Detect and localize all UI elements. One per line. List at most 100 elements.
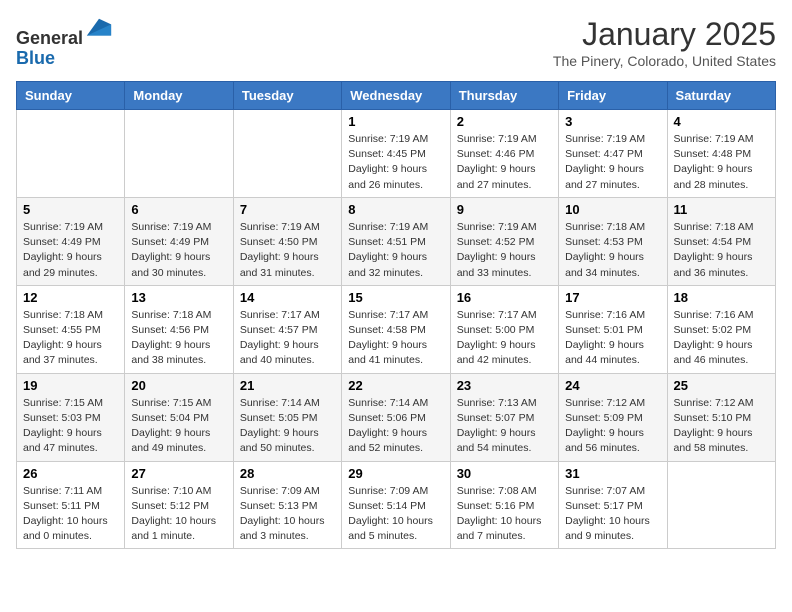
day-cell: 19Sunrise: 7:15 AM Sunset: 5:03 PM Dayli…: [17, 373, 125, 461]
day-cell: 6 Sunrise: 7:19 AM Sunset: 4:49 PM Daylig…: [125, 197, 233, 285]
day-number: 25: [674, 378, 769, 393]
day-cell: 7Sunrise: 7:19 AM Sunset: 4:50 PM Daylig…: [233, 197, 341, 285]
day-number: 16: [457, 290, 552, 305]
week-row-5: 26Sunrise: 7:11 AM Sunset: 5:11 PM Dayli…: [17, 461, 776, 549]
day-cell: [233, 110, 341, 198]
day-cell: 8 Sunrise: 7:19 AM Sunset: 4:51 PM Daylig…: [342, 197, 450, 285]
day-number: 7: [240, 202, 335, 217]
day-info: Sunrise: 7:12 AM Sunset: 5:09 PM Dayligh…: [565, 396, 660, 457]
day-cell: 29Sunrise: 7:09 AM Sunset: 5:14 PM Dayli…: [342, 461, 450, 549]
day-info: Sunrise: 7:18 AM Sunset: 4:53 PM Dayligh…: [565, 220, 660, 281]
day-info: Sunrise: 7:09 AM Sunset: 5:13 PM Dayligh…: [240, 484, 335, 545]
day-info: Sunrise: 7:14 AM Sunset: 5:06 PM Dayligh…: [348, 396, 443, 457]
day-number: 26: [23, 466, 118, 481]
day-info: Sunrise: 7:17 AM Sunset: 5:00 PM Dayligh…: [457, 308, 552, 369]
weekday-header-row: SundayMondayTuesdayWednesdayThursdayFrid…: [17, 82, 776, 110]
weekday-header-sunday: Sunday: [17, 82, 125, 110]
day-cell: [667, 461, 775, 549]
day-info: Sunrise: 7:15 AM Sunset: 5:04 PM Dayligh…: [131, 396, 226, 457]
day-info: Sunrise: 7:19 AM Sunset: 4:45 PM Dayligh…: [348, 132, 443, 193]
day-cell: 16 Sunrise: 7:17 AM Sunset: 5:00 PM Dayli…: [450, 285, 558, 373]
day-number: 24: [565, 378, 660, 393]
day-info: Sunrise: 7:19 AM Sunset: 4:49 PM Dayligh…: [131, 220, 226, 281]
day-info: Sunrise: 7:18 AM Sunset: 4:55 PM Dayligh…: [23, 308, 118, 369]
day-number: 21: [240, 378, 335, 393]
day-info: Sunrise: 7:18 AM Sunset: 4:54 PM Dayligh…: [674, 220, 769, 281]
day-info: Sunrise: 7:19 AM Sunset: 4:47 PM Dayligh…: [565, 132, 660, 193]
month-title: January 2025: [553, 16, 776, 53]
day-number: 17: [565, 290, 660, 305]
day-info: Sunrise: 7:19 AM Sunset: 4:46 PM Dayligh…: [457, 132, 552, 193]
weekday-header-wednesday: Wednesday: [342, 82, 450, 110]
day-info: Sunrise: 7:19 AM Sunset: 4:51 PM Dayligh…: [348, 220, 443, 281]
weekday-header-thursday: Thursday: [450, 82, 558, 110]
day-number: 22: [348, 378, 443, 393]
day-number: 20: [131, 378, 226, 393]
day-number: 3: [565, 114, 660, 129]
day-info: Sunrise: 7:08 AM Sunset: 5:16 PM Dayligh…: [457, 484, 552, 545]
day-number: 10: [565, 202, 660, 217]
day-number: 9: [457, 202, 552, 217]
calendar-table: SundayMondayTuesdayWednesdayThursdayFrid…: [16, 81, 776, 549]
day-cell: 1 Sunrise: 7:19 AM Sunset: 4:45 PM Daylig…: [342, 110, 450, 198]
day-cell: 21 Sunrise: 7:14 AM Sunset: 5:05 PM Dayli…: [233, 373, 341, 461]
week-row-1: 1 Sunrise: 7:19 AM Sunset: 4:45 PM Daylig…: [17, 110, 776, 198]
day-number: 31: [565, 466, 660, 481]
day-info: Sunrise: 7:19 AM Sunset: 4:49 PM Dayligh…: [23, 220, 118, 281]
day-cell: 15 Sunrise: 7:17 AM Sunset: 4:58 PM Dayli…: [342, 285, 450, 373]
day-info: Sunrise: 7:17 AM Sunset: 4:58 PM Dayligh…: [348, 308, 443, 369]
day-cell: 3 Sunrise: 7:19 AM Sunset: 4:47 PM Daylig…: [559, 110, 667, 198]
page-header: General Blue January 2025 The Pinery, Co…: [16, 16, 776, 69]
day-cell: 12 Sunrise: 7:18 AM Sunset: 4:55 PM Dayli…: [17, 285, 125, 373]
logo: General Blue: [16, 16, 113, 69]
week-row-3: 12 Sunrise: 7:18 AM Sunset: 4:55 PM Dayli…: [17, 285, 776, 373]
day-info: Sunrise: 7:14 AM Sunset: 5:05 PM Dayligh…: [240, 396, 335, 457]
day-number: 14: [240, 290, 335, 305]
day-cell: 31 Sunrise: 7:07 AM Sunset: 5:17 PM Dayli…: [559, 461, 667, 549]
day-number: 2: [457, 114, 552, 129]
day-number: 30: [457, 466, 552, 481]
day-cell: 30 Sunrise: 7:08 AM Sunset: 5:16 PM Dayli…: [450, 461, 558, 549]
day-number: 28: [240, 466, 335, 481]
week-row-4: 19Sunrise: 7:15 AM Sunset: 5:03 PM Dayli…: [17, 373, 776, 461]
logo-general: General: [16, 28, 83, 48]
day-cell: 13Sunrise: 7:18 AM Sunset: 4:56 PM Dayli…: [125, 285, 233, 373]
day-info: Sunrise: 7:18 AM Sunset: 4:56 PM Dayligh…: [131, 308, 226, 369]
weekday-header-saturday: Saturday: [667, 82, 775, 110]
day-number: 29: [348, 466, 443, 481]
day-number: 27: [131, 466, 226, 481]
day-info: Sunrise: 7:12 AM Sunset: 5:10 PM Dayligh…: [674, 396, 769, 457]
day-info: Sunrise: 7:10 AM Sunset: 5:12 PM Dayligh…: [131, 484, 226, 545]
day-number: 1: [348, 114, 443, 129]
day-cell: 28 Sunrise: 7:09 AM Sunset: 5:13 PM Dayli…: [233, 461, 341, 549]
day-number: 4: [674, 114, 769, 129]
location: The Pinery, Colorado, United States: [553, 53, 776, 69]
day-number: 6: [131, 202, 226, 217]
day-number: 12: [23, 290, 118, 305]
day-cell: 11 Sunrise: 7:18 AM Sunset: 4:54 PM Dayli…: [667, 197, 775, 285]
day-info: Sunrise: 7:17 AM Sunset: 4:57 PM Dayligh…: [240, 308, 335, 369]
day-info: Sunrise: 7:13 AM Sunset: 5:07 PM Dayligh…: [457, 396, 552, 457]
day-number: 11: [674, 202, 769, 217]
day-number: 18: [674, 290, 769, 305]
day-cell: [125, 110, 233, 198]
day-cell: 27 Sunrise: 7:10 AM Sunset: 5:12 PM Dayli…: [125, 461, 233, 549]
week-row-2: 5Sunrise: 7:19 AM Sunset: 4:49 PM Daylig…: [17, 197, 776, 285]
day-cell: 2 Sunrise: 7:19 AM Sunset: 4:46 PM Daylig…: [450, 110, 558, 198]
day-info: Sunrise: 7:15 AM Sunset: 5:03 PM Dayligh…: [23, 396, 118, 457]
logo-blue: Blue: [16, 48, 55, 68]
day-number: 23: [457, 378, 552, 393]
day-number: 15: [348, 290, 443, 305]
day-cell: 24 Sunrise: 7:12 AM Sunset: 5:09 PM Dayli…: [559, 373, 667, 461]
day-cell: 5Sunrise: 7:19 AM Sunset: 4:49 PM Daylig…: [17, 197, 125, 285]
day-info: Sunrise: 7:07 AM Sunset: 5:17 PM Dayligh…: [565, 484, 660, 545]
logo-icon: [85, 16, 113, 44]
day-cell: 20 Sunrise: 7:15 AM Sunset: 5:04 PM Dayli…: [125, 373, 233, 461]
day-info: Sunrise: 7:19 AM Sunset: 4:48 PM Dayligh…: [674, 132, 769, 193]
title-block: January 2025 The Pinery, Colorado, Unite…: [553, 16, 776, 69]
day-cell: 25 Sunrise: 7:12 AM Sunset: 5:10 PM Dayli…: [667, 373, 775, 461]
day-info: Sunrise: 7:16 AM Sunset: 5:01 PM Dayligh…: [565, 308, 660, 369]
day-number: 8: [348, 202, 443, 217]
day-cell: 4 Sunrise: 7:19 AM Sunset: 4:48 PM Daylig…: [667, 110, 775, 198]
day-cell: [17, 110, 125, 198]
